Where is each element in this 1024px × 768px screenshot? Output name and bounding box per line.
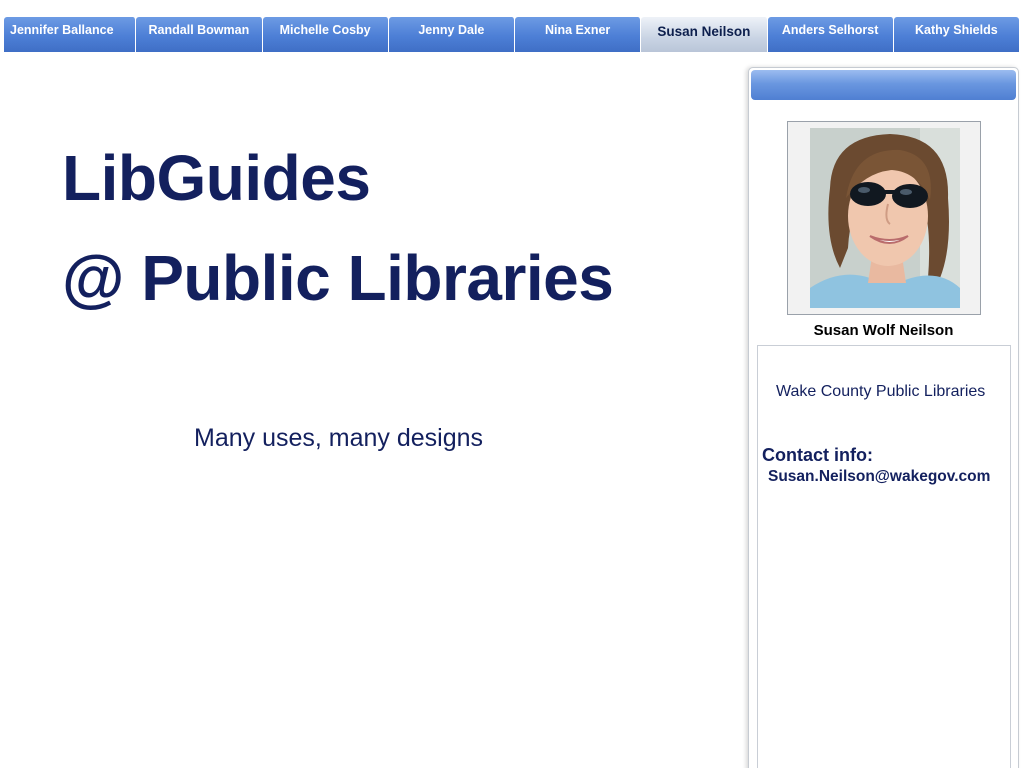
profile-photo-illustration: [810, 128, 960, 308]
page-title-line-1: LibGuides: [62, 142, 371, 214]
page-subtitle: Many uses, many designs: [194, 424, 484, 452]
contact-label: Contact info:: [762, 445, 873, 465]
slide-page: Jennifer Ballance Randall Bowman Michell…: [0, 0, 1024, 768]
profile-photo: [810, 128, 960, 308]
profile-organization: Wake County Public Libraries: [776, 383, 986, 400]
page-title: LibGuides @ Public Libraries: [62, 128, 614, 328]
tab-anders-selhorst[interactable]: Anders Selhorst: [767, 17, 894, 52]
profile-panel-header: [751, 70, 1016, 100]
tab-nina-exner[interactable]: Nina Exner: [515, 17, 642, 52]
profile-photo-frame: [787, 121, 981, 315]
profile-panel: Susan Wolf Neilson Wake County Public Li…: [748, 67, 1019, 768]
tab-michelle-cosby[interactable]: Michelle Cosby: [262, 17, 389, 52]
page-title-line-2: @ Public Libraries: [62, 242, 614, 314]
tab-jennifer-ballance[interactable]: Jennifer Ballance: [4, 17, 137, 52]
tab-randall-bowman[interactable]: Randall Bowman: [136, 17, 263, 52]
tab-jenny-dale[interactable]: Jenny Dale: [388, 17, 515, 52]
contact-email-link[interactable]: Susan.Neilson@wakegov.com: [768, 468, 990, 486]
profile-info-box: Wake County Public Libraries Contact inf…: [757, 345, 1011, 768]
tab-susan-neilson[interactable]: Susan Neilson: [641, 17, 768, 52]
profile-name: Susan Wolf Neilson: [813, 322, 954, 339]
profile-tab-bar: Jennifer Ballance Randall Bowman Michell…: [4, 17, 1019, 52]
tab-kathy-shields[interactable]: Kathy Shields: [893, 17, 1019, 52]
